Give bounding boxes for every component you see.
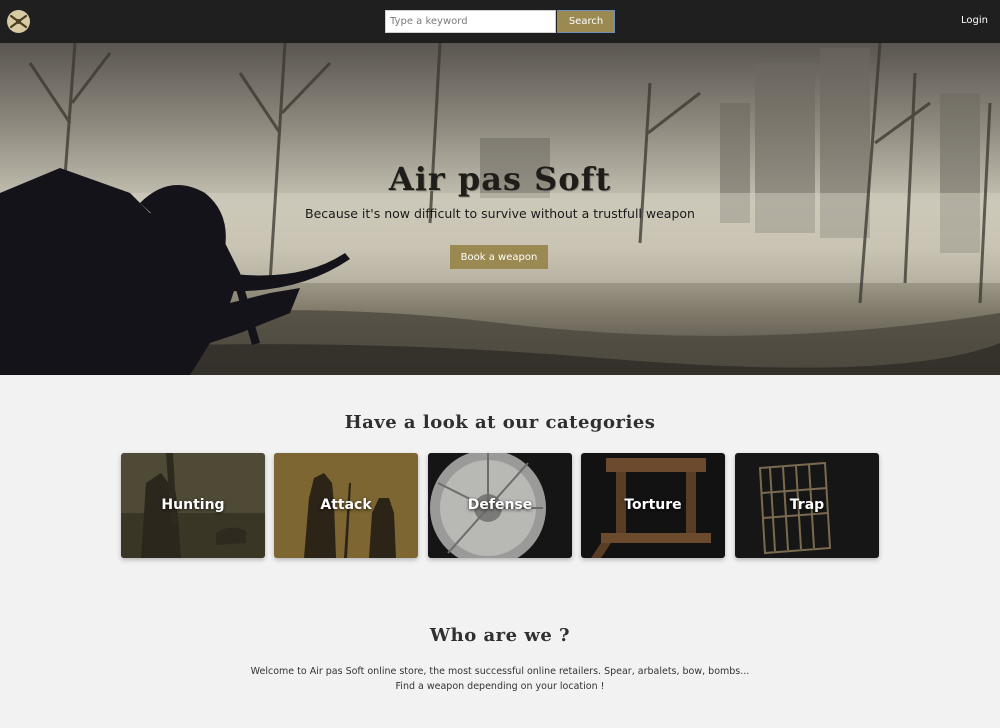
about-text: Welcome to Air pas Soft online store, th… [250, 666, 750, 692]
category-card-attack[interactable]: Attack [274, 453, 418, 558]
category-label: Defense [467, 497, 533, 513]
category-card-defense[interactable]: Defense [428, 453, 572, 558]
about-title: Who are we ? [429, 625, 571, 646]
category-label: Torture [624, 497, 682, 513]
categories-title: Have a look at our categories [344, 412, 656, 433]
hero-banner: Air pas Soft Because it's now difficult … [0, 43, 1000, 375]
search-button[interactable]: Search [557, 10, 615, 33]
category-card-hunting[interactable]: Hunting [121, 453, 265, 558]
category-card-trap[interactable]: Trap [735, 453, 879, 558]
category-card-torture[interactable]: Torture [581, 453, 725, 558]
book-weapon-button[interactable]: Book a weapon [450, 245, 548, 269]
hero-title: Air pas Soft [388, 160, 612, 198]
logo-icon[interactable] [7, 10, 30, 33]
category-label: Hunting [161, 497, 225, 513]
category-label: Attack [320, 497, 372, 513]
top-nav: Search Login [0, 0, 1000, 43]
search-input[interactable] [385, 10, 556, 33]
hero-subtitle: Because it's now difficult to survive wi… [305, 206, 695, 221]
login-link[interactable]: Login [961, 15, 988, 26]
category-label: Trap [789, 497, 825, 513]
